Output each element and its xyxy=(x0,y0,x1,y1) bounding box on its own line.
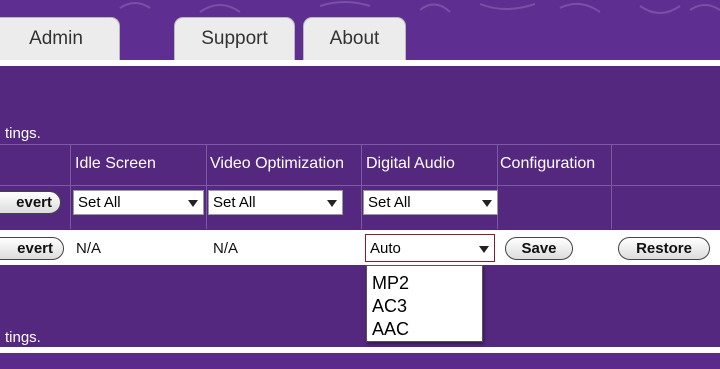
chevron-down-icon xyxy=(327,200,337,207)
revert-all-button[interactable]: evert xyxy=(0,191,61,214)
tab-about[interactable]: About xyxy=(303,17,406,60)
column-divider xyxy=(611,144,612,229)
save-button[interactable]: Save xyxy=(505,237,573,260)
tab-support-label: Support xyxy=(201,28,268,49)
idle-screen-value: N/A xyxy=(76,240,102,257)
header-idle-screen: Idle Screen xyxy=(75,155,156,172)
select-value: Auto xyxy=(370,239,401,257)
tab-admin-label: Admin xyxy=(29,28,83,49)
select-value: Set All xyxy=(368,194,411,211)
tab-admin[interactable]: Admin xyxy=(0,17,120,60)
dropdown-option-aac[interactable]: AAC xyxy=(372,319,409,340)
revert-button[interactable]: evert xyxy=(0,237,64,260)
header-configuration: Configuration xyxy=(500,155,596,172)
restore-button[interactable]: Restore xyxy=(618,237,710,260)
table-row xyxy=(0,230,720,265)
tab-about-label: About xyxy=(329,28,380,49)
digital-audio-select[interactable]: Auto xyxy=(365,234,495,262)
table-line xyxy=(0,144,720,145)
panel-description: tings. xyxy=(5,125,41,142)
footer-strip xyxy=(0,353,720,369)
column-divider xyxy=(70,144,71,229)
panel-description-2: tings. xyxy=(5,329,41,346)
idle-screen-set-all-select[interactable]: Set All xyxy=(73,190,204,215)
header-video-optimization: Video Optimization xyxy=(210,155,344,172)
chevron-down-icon xyxy=(482,200,492,207)
column-divider xyxy=(497,144,498,229)
digital-audio-set-all-select[interactable]: Set All xyxy=(363,190,498,215)
select-value: Set All xyxy=(78,194,121,211)
header-digital-audio: Digital Audio xyxy=(366,155,455,172)
tab-support[interactable]: Support xyxy=(174,17,295,60)
column-divider xyxy=(361,144,362,229)
video-optimization-value: N/A xyxy=(213,240,239,257)
video-optimization-set-all-select[interactable]: Set All xyxy=(208,190,343,215)
dropdown-option-mp2[interactable]: MP2 xyxy=(372,273,409,294)
column-divider xyxy=(206,144,207,229)
top-banner: Admin Support About xyxy=(0,0,720,60)
chevron-down-icon xyxy=(479,246,489,253)
chevron-down-icon xyxy=(188,200,198,207)
digital-audio-dropdown-list: MP2 AC3 AAC xyxy=(366,265,483,342)
table-line xyxy=(0,185,720,186)
select-value: Set All xyxy=(213,194,256,211)
dropdown-option-ac3[interactable]: AC3 xyxy=(372,296,407,317)
